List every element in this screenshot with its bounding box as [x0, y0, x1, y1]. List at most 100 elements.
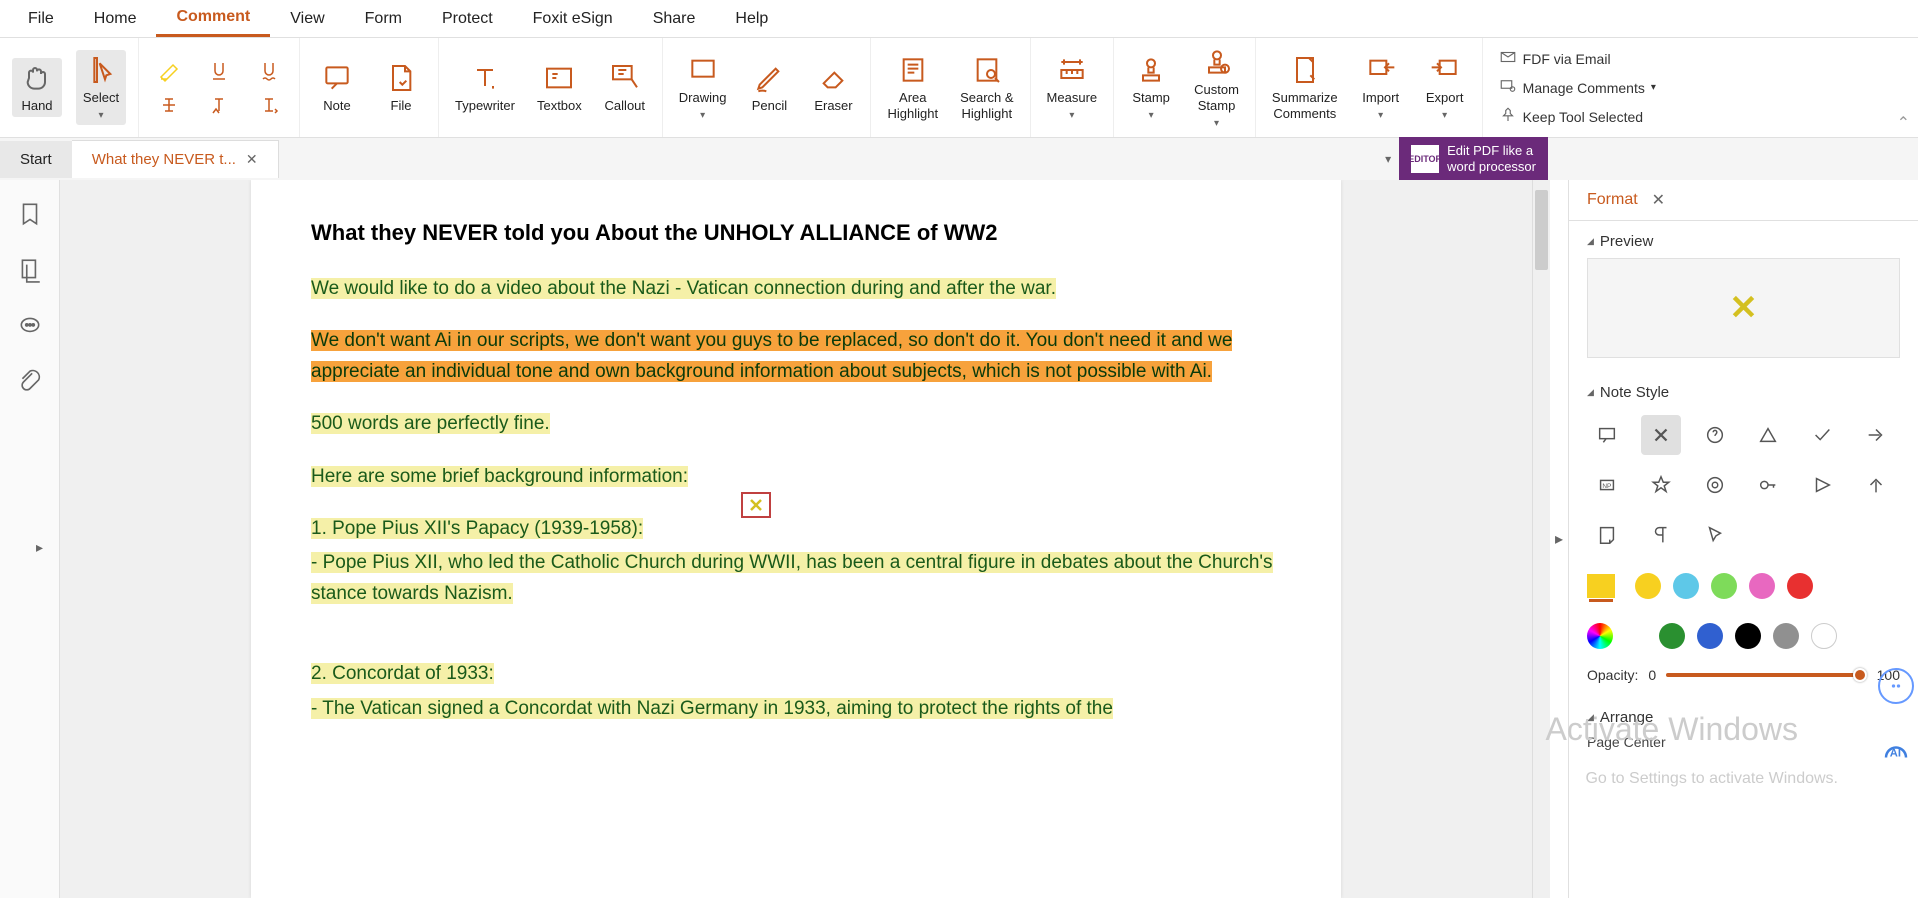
color-white[interactable]	[1811, 623, 1837, 649]
assistant-bubble-icon[interactable]	[1878, 668, 1914, 704]
export-button[interactable]: Export ▾	[1420, 52, 1470, 123]
callout-icon	[609, 62, 641, 94]
current-color-indicator[interactable]	[1587, 574, 1615, 598]
caret-button[interactable]	[201, 91, 237, 119]
drawing-button[interactable]: Drawing ▾	[675, 52, 731, 123]
preview-x-icon: ✕	[1729, 288, 1758, 328]
preview-box: ✕	[1587, 258, 1900, 358]
search-highlight-button[interactable]: Search & Highlight	[956, 52, 1017, 123]
pencil-button[interactable]: Pencil	[744, 60, 794, 116]
style-cursor[interactable]	[1695, 515, 1735, 555]
tab-dropdown-icon[interactable]: ▾	[1385, 152, 1391, 166]
style-star[interactable]	[1641, 465, 1681, 505]
area-highlight-button[interactable]: Area Highlight	[883, 52, 942, 123]
keep-tool-button[interactable]: Keep Tool Selected	[1499, 106, 1656, 127]
textbox-icon	[543, 62, 575, 94]
style-play[interactable]	[1802, 465, 1842, 505]
measure-button[interactable]: Measure ▾	[1043, 52, 1102, 123]
note-annotation-marker[interactable]	[741, 492, 771, 518]
squiggly-button[interactable]	[251, 57, 287, 85]
tab-start[interactable]: Start	[0, 141, 72, 178]
promo-banner[interactable]: EDITOR Edit PDF like a word processor	[1399, 137, 1548, 180]
menu-help[interactable]: Help	[715, 2, 788, 36]
right-panel-expand-icon[interactable]: ▸	[1550, 180, 1568, 898]
stamp-label: Stamp	[1132, 90, 1170, 106]
style-cross[interactable]	[1641, 415, 1681, 455]
textbox-button[interactable]: Textbox	[533, 60, 586, 116]
select-icon	[85, 54, 117, 86]
color-cyan[interactable]	[1673, 573, 1699, 599]
document-view[interactable]: What they NEVER told you About the UNHOL…	[60, 180, 1532, 898]
menu-view[interactable]: View	[270, 2, 344, 36]
typewriter-label: Typewriter	[455, 98, 515, 114]
style-key[interactable]	[1748, 465, 1788, 505]
menu-comment[interactable]: Comment	[156, 0, 270, 37]
close-icon[interactable]: ✕	[1652, 190, 1665, 210]
menu-foxit-esign[interactable]: Foxit eSign	[513, 2, 633, 36]
comments-icon[interactable]	[16, 312, 44, 340]
select-button[interactable]: Select ▾	[76, 50, 126, 125]
menu-protect[interactable]: Protect	[422, 2, 513, 36]
style-paragraph[interactable]	[1641, 515, 1681, 555]
note-button[interactable]: Note	[312, 60, 362, 116]
style-arrow-right[interactable]	[1856, 415, 1896, 455]
eraser-button[interactable]: Eraser	[808, 60, 858, 116]
stamp-button[interactable]: Stamp ▾	[1126, 52, 1176, 123]
vertical-scrollbar[interactable]	[1532, 180, 1550, 898]
menu-form[interactable]: Form	[345, 2, 422, 36]
color-blue[interactable]	[1697, 623, 1723, 649]
file-button[interactable]: File	[376, 60, 426, 116]
custom-stamp-button[interactable]: Custom Stamp ▾	[1190, 44, 1243, 130]
replace-button[interactable]	[251, 91, 287, 119]
attachment-icon[interactable]	[16, 368, 44, 396]
color-green[interactable]	[1711, 573, 1737, 599]
scrollbar-thumb[interactable]	[1535, 190, 1548, 270]
select-label: Select	[83, 90, 119, 106]
sidebar-expand-icon[interactable]: ▸	[36, 539, 43, 556]
color-black[interactable]	[1735, 623, 1761, 649]
style-note[interactable]	[1587, 515, 1627, 555]
color-pink[interactable]	[1749, 573, 1775, 599]
typewriter-button[interactable]: Typewriter	[451, 60, 519, 116]
summarize-button[interactable]: Summarize Comments	[1268, 52, 1342, 123]
color-gray[interactable]	[1773, 623, 1799, 649]
import-button[interactable]: Import ▾	[1356, 52, 1406, 123]
style-help[interactable]	[1695, 415, 1735, 455]
style-comment[interactable]	[1587, 415, 1627, 455]
opacity-label: Opacity:	[1587, 667, 1638, 683]
bookmark-icon[interactable]	[16, 200, 44, 228]
callout-button[interactable]: Callout	[600, 60, 650, 116]
page-center-label: Page Center	[1569, 734, 1918, 760]
preview-section-header[interactable]: Preview	[1569, 221, 1918, 258]
style-circle[interactable]	[1695, 465, 1735, 505]
highlight-button[interactable]	[151, 57, 187, 85]
style-arrow-up[interactable]	[1856, 465, 1896, 505]
chevron-down-icon: ▾	[1069, 110, 1074, 121]
arrange-section-header[interactable]: Arrange	[1569, 697, 1918, 734]
opacity-slider[interactable]	[1666, 673, 1866, 677]
underline-button[interactable]	[201, 57, 237, 85]
menu-share[interactable]: Share	[633, 2, 716, 36]
color-yellow[interactable]	[1635, 573, 1661, 599]
menu-home[interactable]: Home	[74, 2, 157, 36]
hand-button[interactable]: Hand	[12, 58, 62, 118]
color-wheel-button[interactable]	[1587, 623, 1613, 649]
ai-icon[interactable]: AI	[1878, 732, 1914, 768]
ribbon-collapse-icon[interactable]: ⌃	[1897, 113, 1910, 133]
note-style-section-header[interactable]: Note Style	[1569, 372, 1918, 409]
ribbon-right-options: FDF via Email Manage Comments ▾ Keep Too…	[1483, 38, 1672, 137]
pages-icon[interactable]	[16, 256, 44, 284]
close-icon[interactable]: ✕	[246, 151, 258, 168]
menu-file[interactable]: File	[8, 2, 74, 36]
fdf-email-button[interactable]: FDF via Email	[1499, 48, 1656, 69]
manage-comments-button[interactable]: Manage Comments ▾	[1499, 77, 1656, 98]
strikeout-button[interactable]	[151, 91, 187, 119]
style-triangle[interactable]	[1748, 415, 1788, 455]
opacity-slider-thumb[interactable]	[1853, 668, 1867, 682]
style-newparagraph[interactable]: NP	[1587, 465, 1627, 505]
color-darkgreen[interactable]	[1659, 623, 1685, 649]
tab-document[interactable]: What they NEVER t... ✕	[72, 140, 279, 178]
color-red[interactable]	[1787, 573, 1813, 599]
doc-p7: 2. Concordat of 1933:	[311, 663, 494, 684]
style-check[interactable]	[1802, 415, 1842, 455]
